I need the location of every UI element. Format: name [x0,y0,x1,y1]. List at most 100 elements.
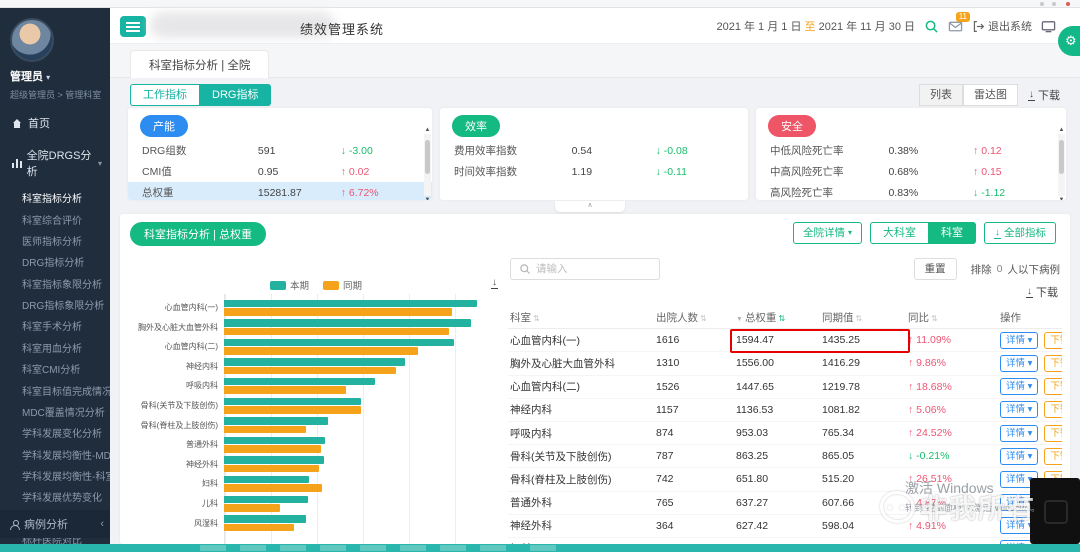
scroll-up-icon[interactable]: ▲ [424,127,431,133]
metric-row[interactable]: 中高风险死亡率0.68%↑ 0.15 [756,161,1066,182]
bar-本期[interactable] [224,515,306,523]
sidebar-item-case-analysis[interactable]: 病例分析 ‹ [0,510,110,538]
date-range-picker[interactable]: 2021 年 1 月 1 日 至 2021 年 11 月 30 日 [716,18,915,34]
bar-本期[interactable] [224,300,477,308]
menu-toggle-button[interactable] [120,16,146,37]
detail-button[interactable]: 详情 ▾ [1000,378,1038,395]
bar-同期[interactable] [224,484,322,492]
bar-本期[interactable] [224,378,375,386]
radar-view-button[interactable]: 雷达图 [963,84,1018,106]
taskbar-app-icon[interactable] [320,545,346,551]
scrollbar-handle[interactable] [1059,140,1064,174]
sort-icon[interactable]: ⇅ [533,314,540,323]
table-row[interactable]: 神经内科11571136.531081.82↑ 5.06%详情 ▾下钻 ▾ [508,399,1062,422]
logout-button[interactable]: 退出系统 [972,18,1032,34]
col-header-操作[interactable]: 操作 [998,310,1062,325]
sidebar-item[interactable]: 学科发展均衡性-科室 [0,465,110,486]
scroll-down-icon[interactable]: ▼ [1058,197,1065,200]
scrollbar-handle[interactable] [425,140,430,174]
all-indicators-button[interactable]: ↓全部指标 [984,222,1056,244]
table-download-button[interactable]: ↓下载 [1026,284,1058,300]
bar-同期[interactable] [224,386,346,394]
taskbar-app-icon[interactable] [360,545,386,551]
messages-button[interactable]: 11 [948,19,963,34]
windows-taskbar[interactable] [0,544,1080,552]
sidebar-item[interactable]: 科室综合评价 [0,208,110,229]
table-row[interactable]: 普通外科765637.27607.66↑ 4.87%详情 ▾下钻 ▾ [508,492,1062,515]
table-row[interactable]: 呼吸内科874953.03765.34↑ 24.52%详情 ▾下钻 ▾ [508,422,1062,445]
table-row[interactable]: 胸外及心脏大血管外科13101556.001416.29↑ 9.86%详情 ▾下… [508,352,1062,375]
taskbar-app-icon[interactable] [280,545,306,551]
card-scrollbar[interactable]: ▲▼ [424,134,431,196]
sort-icon[interactable]: ⇅ [700,314,707,323]
bar-同期[interactable] [224,347,418,355]
metric-row[interactable]: 总权重15281.87↑ 6.72% [128,182,432,200]
taskbar-app-icon[interactable] [480,545,506,551]
col-header-科室[interactable]: 科室⇅ [508,310,654,325]
taskbar-app-icon[interactable] [240,545,266,551]
sidebar-item[interactable]: 科室手术分析 [0,315,110,336]
col-header-同比[interactable]: 同比⇅ [906,310,998,325]
sidebar-group-drgs-analysis[interactable]: 全院DRGS分析 ▾ [0,139,110,187]
sidebar-item[interactable]: 学科发展均衡性-MDC [0,444,110,465]
detail-button[interactable]: 详情 ▾ [1000,332,1038,349]
sidebar-item[interactable]: DRG指标分析 [0,251,110,272]
sidebar-item[interactable]: 科室目标值完成情况 [0,379,110,400]
collapse-cards-handle[interactable]: ∧ [555,201,625,212]
bar-本期[interactable] [224,476,309,484]
metric-row[interactable]: 中低风险死亡率0.38%↑ 0.12 [756,140,1066,161]
fullscreen-monitor-icon[interactable] [1041,19,1056,34]
sidebar-item[interactable]: 科室指标象限分析 [0,273,110,294]
bar-同期[interactable] [224,504,280,512]
cards-download-button[interactable]: ↓下载 [1028,87,1060,103]
sort-icon[interactable]: ⇅ [856,314,863,323]
table-row[interactable]: 神经外科364627.42598.04↑ 4.91%详情 ▾下钻 ▾ [508,515,1062,538]
bar-本期[interactable] [224,496,308,504]
table-row[interactable]: 心血管内科(一)16161594.471435.25↑ 11.09%详情 ▾下钻… [508,329,1062,352]
detail-button[interactable]: 详情 ▾ [1000,355,1038,372]
bar-同期[interactable] [224,465,319,473]
list-view-button[interactable]: 列表 [919,84,963,106]
bar-本期[interactable] [224,456,324,464]
legend-item-同期[interactable]: 同期 [323,278,362,292]
metric-row[interactable]: 时间效率指数1.19↓ -0.11 [440,161,748,182]
card-scrollbar[interactable]: ▲▼ [1058,134,1065,196]
drill-button[interactable]: 下钻 ▾ [1044,401,1062,418]
drg-indicator-tab[interactable]: DRG指标 [200,84,271,106]
table-search[interactable] [510,258,660,280]
hospital-detail-dropdown[interactable]: 全院详情▾ [793,222,862,244]
dept-button[interactable]: 科室 [929,222,976,244]
reset-button[interactable]: 重置 [914,258,957,280]
bar-本期[interactable] [224,437,325,445]
sidebar-item[interactable]: DRG指标象限分析 [0,294,110,315]
col-header-出院人数[interactable]: 出院人数⇅ [654,310,734,325]
scroll-up-icon[interactable]: ▲ [1058,127,1065,133]
drill-button[interactable]: 下钻 ▾ [1044,425,1062,442]
drill-button[interactable]: 下钻 ▾ [1044,378,1062,395]
table-row[interactable]: 心血管内科(二)15261447.651219.78↑ 18.68%详情 ▾下钻… [508,376,1062,399]
taskbar-app-icon[interactable] [200,545,226,551]
drill-button[interactable]: 下钻 ▾ [1044,448,1062,465]
exclude-count-input[interactable]: 0 [997,263,1003,275]
bar-本期[interactable] [224,358,405,366]
detail-button[interactable]: 详情 ▾ [1000,448,1038,465]
bar-同期[interactable] [224,367,396,375]
col-header-总权重[interactable]: ▼总权重⇅ [734,310,820,325]
metric-row[interactable]: CMI值0.95↑ 0.02 [128,161,432,182]
search-icon[interactable] [924,19,939,34]
table-row[interactable]: 骨科(关节及下肢创伤)787863.25865.05↓ -0.21%详情 ▾下钻… [508,445,1062,468]
theme-settings-button[interactable]: ⚙ [1058,26,1080,56]
sidebar-item[interactable]: 医师指标分析 [0,230,110,251]
drill-button[interactable]: 下钻 ▾ [1044,332,1062,349]
metric-row[interactable]: 费用效率指数0.54↓ -0.08 [440,140,748,161]
big-dept-button[interactable]: 大科室 [870,222,929,244]
detail-button[interactable]: 详情 ▾ [1000,401,1038,418]
search-input[interactable] [536,263,636,275]
sort-icon[interactable]: ⇅ [931,314,938,323]
user-avatar[interactable] [10,18,54,62]
bar-同期[interactable] [224,406,361,414]
tab-dept-indicator-analysis[interactable]: 科室指标分析 | 全院 [130,50,269,78]
taskbar-app-icon[interactable] [530,545,556,551]
scroll-down-icon[interactable]: ▼ [424,197,431,200]
sidebar-item[interactable]: MDC覆盖情况分析 [0,401,110,422]
